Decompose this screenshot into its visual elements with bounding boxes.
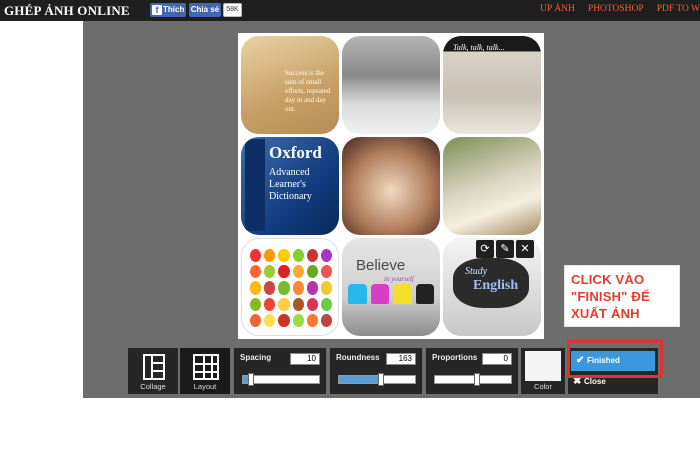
collage-tile-footprints[interactable]: Success is the sum of small efforts, rep… <box>241 36 339 134</box>
spacing-slider-thumb[interactable] <box>247 373 254 386</box>
book-spine <box>245 139 265 231</box>
proportions-slider-thumb[interactable] <box>473 373 480 386</box>
nav-pdf-to-word[interactable]: PDF TO W <box>657 4 700 14</box>
spacing-input[interactable]: 10 <box>290 353 320 365</box>
color-button[interactable]: Color <box>521 348 565 394</box>
highlight-box <box>567 340 663 378</box>
tile-study-title: Study <box>465 266 488 277</box>
proportions-control: Proportions 0 <box>426 348 518 394</box>
proportions-input[interactable]: 0 <box>482 353 512 365</box>
edit-icon[interactable]: ✎ <box>496 240 514 258</box>
collage-tile-talk[interactable]: Talk, talk, talk... <box>443 36 541 134</box>
tile-oxford-title: Oxford <box>269 143 322 162</box>
roundness-input[interactable]: 163 <box>386 353 416 365</box>
top-nav: UP ẢNH PHOTOSHOP PDF TO W <box>527 4 700 14</box>
site-logo[interactable]: GHÉP ẢNH ONLINE <box>4 3 130 19</box>
layout-label: Layout <box>193 382 217 391</box>
grid-icon <box>193 354 219 380</box>
instruction-callout: CLICK VÀO "FINISH" ĐỂ XUẤT ẢNH <box>564 265 680 327</box>
nav-up-anh[interactable]: UP ẢNH <box>540 4 575 14</box>
tile-quote-text: Success is the sum of small efforts, rep… <box>285 69 331 113</box>
tile-believe-subtitle: in yourself <box>384 275 414 283</box>
collage-label: Collage <box>140 382 166 391</box>
tile-oxford-subtitle: Advanced Learner's Dictionary <box>269 167 312 202</box>
roundness-slider-fill <box>339 376 381 383</box>
spacing-label: Spacing <box>240 353 272 362</box>
color-label: Color <box>534 382 552 391</box>
spacing-control: Spacing 10 <box>234 348 326 394</box>
collage-canvas: Success is the sum of small efforts, rep… <box>238 33 544 339</box>
collage-tile-office[interactable] <box>342 36 440 134</box>
spacing-slider[interactable] <box>242 373 320 386</box>
collage-tile-writing[interactable] <box>342 137 440 235</box>
collage-tile-reading[interactable] <box>443 137 541 235</box>
roundness-control: Roundness 163 <box>330 348 422 394</box>
collage-tile-fruits[interactable] <box>241 238 339 336</box>
nav-photoshop[interactable]: PHOTOSHOP <box>588 4 644 14</box>
roundness-label: Roundness <box>336 353 380 362</box>
tile-believe-title: Believe <box>356 257 406 274</box>
close-label: Close <box>584 377 606 386</box>
collage-tile-believe[interactable]: Believe in yourself <box>342 238 440 336</box>
colored-chairs <box>348 284 434 304</box>
collage-mode-button[interactable]: Collage <box>128 348 178 394</box>
callout-line-3: XUẤT ẢNH <box>571 306 640 321</box>
fruit-grid <box>250 249 332 327</box>
tile-toolbar: ⟳ ✎ ✕ <box>476 240 534 258</box>
tile-talk-text: Talk, talk, talk... <box>453 43 505 52</box>
roundness-slider[interactable] <box>338 373 416 386</box>
proportions-slider[interactable] <box>434 373 512 386</box>
roundness-slider-thumb[interactable] <box>377 373 384 386</box>
top-bar: GHÉP ẢNH ONLINE f Thích Chia sẻ 58K UP Ả… <box>0 0 700 21</box>
callout-line-2: "FINISH" ĐỂ <box>571 289 650 304</box>
facebook-icon: f <box>152 5 162 15</box>
facebook-like-button[interactable]: f Thích <box>150 3 186 17</box>
layout-mode-button[interactable]: Layout <box>180 348 230 394</box>
color-swatch <box>525 351 561 381</box>
refresh-icon[interactable]: ⟳ <box>476 240 494 258</box>
tile-english-subtitle: English <box>473 278 519 293</box>
proportions-label: Proportions <box>432 353 478 362</box>
callout-line-1: CLICK VÀO <box>571 272 645 287</box>
facebook-share-count: 58K <box>223 3 242 17</box>
facebook-like-label: Thích <box>163 5 185 14</box>
close-icon[interactable]: ✕ <box>516 240 534 258</box>
facebook-share-button[interactable]: Chia sẻ <box>189 3 221 17</box>
collage-icon <box>143 354 165 380</box>
collage-tile-oxford[interactable]: Oxford Advanced Learner's Dictionary <box>241 137 339 235</box>
